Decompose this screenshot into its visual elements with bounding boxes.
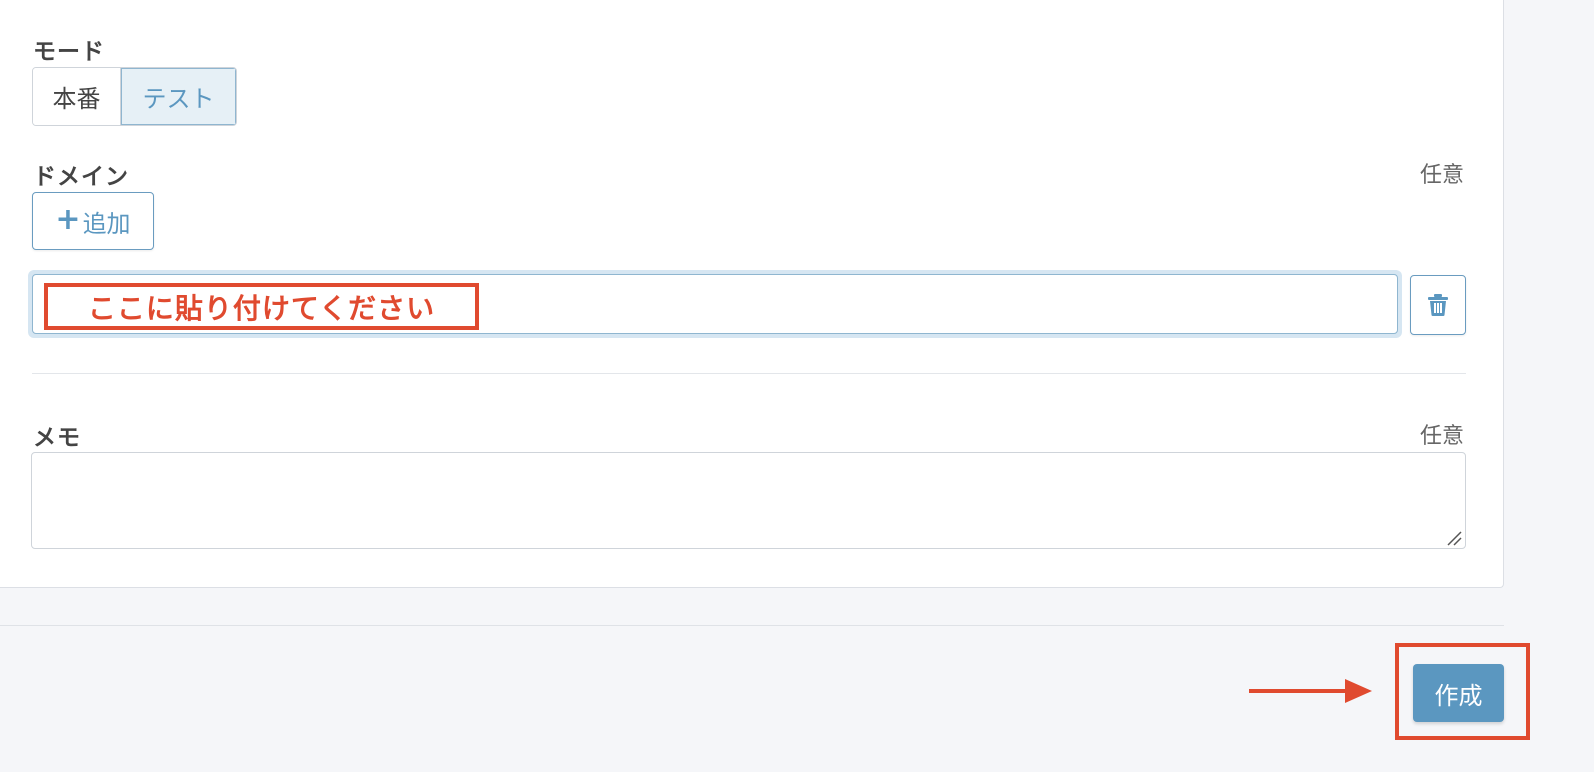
delete-domain-button[interactable] [1410, 275, 1466, 335]
trash-icon [1428, 294, 1448, 316]
add-domain-button-label: 追加 [82, 209, 131, 238]
arrow-right-icon [1249, 679, 1372, 703]
memo-optional-label: 任意 [1419, 424, 1464, 449]
paste-here-annotation-text: ここに貼り付けてください [87, 291, 436, 325]
mode-label: モード [33, 39, 105, 65]
section-divider [32, 373, 1466, 374]
resize-grip-icon[interactable] [1446, 530, 1462, 546]
create-button[interactable]: 作成 [1413, 664, 1504, 722]
form-card: モード 本番 テスト ドメイン 任意 + 追加 ここに貼り付けてください メモ … [0, 0, 1504, 588]
paste-here-annotation: ここに貼り付けてください [44, 283, 479, 330]
mode-option-production[interactable]: 本番 [33, 68, 121, 125]
memo-label: メモ [33, 425, 81, 451]
mode-toggle: 本番 テスト [32, 67, 237, 126]
mode-option-test[interactable]: テスト [121, 68, 236, 125]
plus-icon: + [55, 201, 81, 237]
domain-optional-label: 任意 [1419, 163, 1464, 188]
memo-textarea[interactable] [31, 452, 1466, 549]
add-domain-button[interactable]: + 追加 [32, 192, 154, 250]
footer-divider [0, 625, 1504, 626]
domain-label: ドメイン [33, 164, 129, 190]
